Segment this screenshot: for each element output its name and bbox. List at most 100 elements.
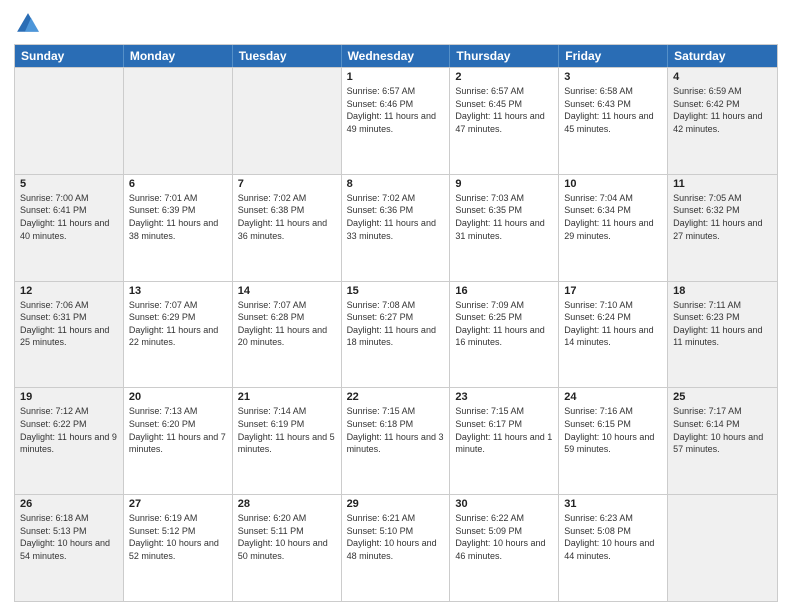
day-cell-12: 12Sunrise: 7:06 AM Sunset: 6:31 PM Dayli… [15,282,124,388]
day-number: 20 [129,391,227,403]
day-number: 29 [347,498,445,510]
day-info: Sunrise: 6:57 AM Sunset: 6:45 PM Dayligh… [455,85,553,135]
day-number: 19 [20,391,118,403]
day-number: 26 [20,498,118,510]
day-header-wednesday: Wednesday [342,45,451,67]
day-info: Sunrise: 6:58 AM Sunset: 6:43 PM Dayligh… [564,85,662,135]
day-number: 31 [564,498,662,510]
day-info: Sunrise: 6:20 AM Sunset: 5:11 PM Dayligh… [238,512,336,562]
day-info: Sunrise: 7:09 AM Sunset: 6:25 PM Dayligh… [455,299,553,349]
day-cell-10: 10Sunrise: 7:04 AM Sunset: 6:34 PM Dayli… [559,175,668,281]
calendar-body: 1 Sunrise: 6:57 AM Sunset: 6:46 PM Daylig… [15,67,777,601]
day-cell-26: 26 Sunrise: 6:18 AM Sunset: 5:13 PM Dayli… [15,495,124,601]
day-info: Sunrise: 7:05 AM Sunset: 6:32 PM Dayligh… [673,192,772,242]
day-number: 25 [673,391,772,403]
day-number: 18 [673,285,772,297]
day-cell-24: 24 Sunrise: 7:16 AM Sunset: 6:15 PM Dayli… [559,388,668,494]
day-cell-7: 7Sunrise: 7:02 AM Sunset: 6:38 PM Daylig… [233,175,342,281]
day-cell-19: 19 Sunrise: 7:12 AM Sunset: 6:22 PM Dayli… [15,388,124,494]
day-number: 9 [455,178,553,190]
day-cell-13: 13 Sunrise: 7:07 AM Sunset: 6:29 PM Dayli… [124,282,233,388]
day-number: 1 [347,71,445,83]
day-header-tuesday: Tuesday [233,45,342,67]
day-number: 24 [564,391,662,403]
logo [14,10,46,38]
day-header-monday: Monday [124,45,233,67]
day-info: Sunrise: 7:03 AM Sunset: 6:35 PM Dayligh… [455,192,553,242]
day-cell-27: 27 Sunrise: 6:19 AM Sunset: 5:12 PM Dayli… [124,495,233,601]
day-info: Sunrise: 6:22 AM Sunset: 5:09 PM Dayligh… [455,512,553,562]
day-info: Sunrise: 7:02 AM Sunset: 6:36 PM Dayligh… [347,192,445,242]
day-info: Sunrise: 7:16 AM Sunset: 6:15 PM Dayligh… [564,405,662,455]
day-header-thursday: Thursday [450,45,559,67]
day-cell-14: 14 Sunrise: 7:07 AM Sunset: 6:28 PM Dayli… [233,282,342,388]
week-row-3: 12Sunrise: 7:06 AM Sunset: 6:31 PM Dayli… [15,281,777,388]
day-info: Sunrise: 7:06 AM Sunset: 6:31 PM Dayligh… [20,299,118,349]
day-number: 21 [238,391,336,403]
day-number: 28 [238,498,336,510]
day-cell-17: 17 Sunrise: 7:10 AM Sunset: 6:24 PM Dayli… [559,282,668,388]
day-number: 16 [455,285,553,297]
day-cell-31: 31 Sunrise: 6:23 AM Sunset: 5:08 PM Dayli… [559,495,668,601]
day-number: 27 [129,498,227,510]
day-info: Sunrise: 7:11 AM Sunset: 6:23 PM Dayligh… [673,299,772,349]
day-info: Sunrise: 6:57 AM Sunset: 6:46 PM Dayligh… [347,85,445,135]
day-info: Sunrise: 7:14 AM Sunset: 6:19 PM Dayligh… [238,405,336,455]
week-row-4: 19 Sunrise: 7:12 AM Sunset: 6:22 PM Dayli… [15,387,777,494]
day-number: 22 [347,391,445,403]
day-number: 17 [564,285,662,297]
day-cell-29: 29 Sunrise: 6:21 AM Sunset: 5:10 PM Dayli… [342,495,451,601]
day-header-saturday: Saturday [668,45,777,67]
day-number: 30 [455,498,553,510]
day-cell-20: 20 Sunrise: 7:13 AM Sunset: 6:20 PM Dayli… [124,388,233,494]
day-info: Sunrise: 7:15 AM Sunset: 6:18 PM Dayligh… [347,405,445,455]
logo-icon [14,10,42,38]
week-row-1: 1 Sunrise: 6:57 AM Sunset: 6:46 PM Daylig… [15,67,777,174]
calendar: SundayMondayTuesdayWednesdayThursdayFrid… [14,44,778,602]
day-number: 11 [673,178,772,190]
day-cell-8: 8Sunrise: 7:02 AM Sunset: 6:36 PM Daylig… [342,175,451,281]
day-number: 23 [455,391,553,403]
day-cell-6: 6Sunrise: 7:01 AM Sunset: 6:39 PM Daylig… [124,175,233,281]
week-row-2: 5Sunrise: 7:00 AM Sunset: 6:41 PM Daylig… [15,174,777,281]
day-info: Sunrise: 6:19 AM Sunset: 5:12 PM Dayligh… [129,512,227,562]
day-info: Sunrise: 7:17 AM Sunset: 6:14 PM Dayligh… [673,405,772,455]
day-info: Sunrise: 7:00 AM Sunset: 6:41 PM Dayligh… [20,192,118,242]
day-info: Sunrise: 6:21 AM Sunset: 5:10 PM Dayligh… [347,512,445,562]
day-cell-4: 4 Sunrise: 6:59 AM Sunset: 6:42 PM Daylig… [668,68,777,174]
day-cell-11: 11 Sunrise: 7:05 AM Sunset: 6:32 PM Dayli… [668,175,777,281]
page: SundayMondayTuesdayWednesdayThursdayFrid… [0,0,792,612]
day-cell-3: 3 Sunrise: 6:58 AM Sunset: 6:43 PM Daylig… [559,68,668,174]
day-number: 3 [564,71,662,83]
day-cell-1: 1 Sunrise: 6:57 AM Sunset: 6:46 PM Daylig… [342,68,451,174]
header [14,10,778,38]
day-info: Sunrise: 7:02 AM Sunset: 6:38 PM Dayligh… [238,192,336,242]
day-header-sunday: Sunday [15,45,124,67]
day-cell-15: 15Sunrise: 7:08 AM Sunset: 6:27 PM Dayli… [342,282,451,388]
calendar-header: SundayMondayTuesdayWednesdayThursdayFrid… [15,45,777,67]
day-cell-16: 16 Sunrise: 7:09 AM Sunset: 6:25 PM Dayli… [450,282,559,388]
day-number: 14 [238,285,336,297]
week-row-5: 26 Sunrise: 6:18 AM Sunset: 5:13 PM Dayli… [15,494,777,601]
day-number: 4 [673,71,772,83]
day-cell-9: 9 Sunrise: 7:03 AM Sunset: 6:35 PM Daylig… [450,175,559,281]
day-info: Sunrise: 7:10 AM Sunset: 6:24 PM Dayligh… [564,299,662,349]
day-cell-18: 18 Sunrise: 7:11 AM Sunset: 6:23 PM Dayli… [668,282,777,388]
day-info: Sunrise: 6:23 AM Sunset: 5:08 PM Dayligh… [564,512,662,562]
day-info: Sunrise: 7:07 AM Sunset: 6:29 PM Dayligh… [129,299,227,349]
day-cell-2: 2Sunrise: 6:57 AM Sunset: 6:45 PM Daylig… [450,68,559,174]
day-cell-22: 22 Sunrise: 7:15 AM Sunset: 6:18 PM Dayli… [342,388,451,494]
empty-cell [233,68,342,174]
day-info: Sunrise: 7:15 AM Sunset: 6:17 PM Dayligh… [455,405,553,455]
day-info: Sunrise: 6:18 AM Sunset: 5:13 PM Dayligh… [20,512,118,562]
day-info: Sunrise: 7:01 AM Sunset: 6:39 PM Dayligh… [129,192,227,242]
day-cell-21: 21 Sunrise: 7:14 AM Sunset: 6:19 PM Dayli… [233,388,342,494]
empty-cell [124,68,233,174]
day-info: Sunrise: 7:07 AM Sunset: 6:28 PM Dayligh… [238,299,336,349]
day-info: Sunrise: 6:59 AM Sunset: 6:42 PM Dayligh… [673,85,772,135]
day-cell-25: 25 Sunrise: 7:17 AM Sunset: 6:14 PM Dayli… [668,388,777,494]
day-number: 15 [347,285,445,297]
day-number: 13 [129,285,227,297]
day-info: Sunrise: 7:13 AM Sunset: 6:20 PM Dayligh… [129,405,227,455]
day-info: Sunrise: 7:12 AM Sunset: 6:22 PM Dayligh… [20,405,118,455]
